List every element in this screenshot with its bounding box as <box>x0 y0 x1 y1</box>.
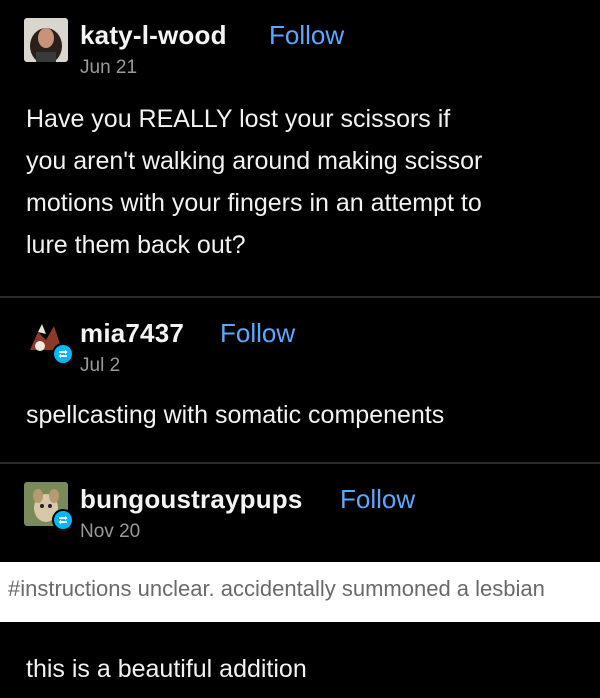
post-body: Have you REALLY lost your scissors if yo… <box>26 98 482 266</box>
body-line: Have you REALLY lost your scissors if <box>26 105 451 133</box>
follow-button[interactable]: Follow <box>340 484 415 515</box>
post-tags[interactable]: #instructions unclear. accidentally summ… <box>8 576 545 602</box>
reblog-icon <box>52 343 74 365</box>
username[interactable]: bungoustraypups <box>80 484 303 515</box>
body-line: this is a beautiful addition <box>26 655 307 683</box>
username[interactable]: mia7437 <box>80 318 184 349</box>
username[interactable]: katy-l-wood <box>80 20 227 51</box>
post-divider <box>0 462 600 464</box>
post-date: Jun 21 <box>80 57 138 78</box>
tags-bar: #instructions unclear. accidentally summ… <box>0 562 600 622</box>
post-date: Nov 20 <box>80 521 141 542</box>
post-date: Jul 2 <box>80 355 121 376</box>
reblog-icon <box>52 509 74 531</box>
body-line: spellcasting with somatic compenents <box>26 401 445 429</box>
follow-button[interactable]: Follow <box>269 20 344 51</box>
post-body: spellcasting with somatic compenents <box>26 394 444 436</box>
post-divider <box>0 296 600 298</box>
profile-photo-icon[interactable] <box>24 18 68 62</box>
body-line: you aren't walking around making scissor <box>26 147 483 175</box>
body-line: motions with your fingers in an attempt … <box>26 189 482 217</box>
follow-button[interactable]: Follow <box>220 318 295 349</box>
body-line: lure them back out? <box>26 231 246 259</box>
post-body: this is a beautiful addition <box>26 648 307 690</box>
